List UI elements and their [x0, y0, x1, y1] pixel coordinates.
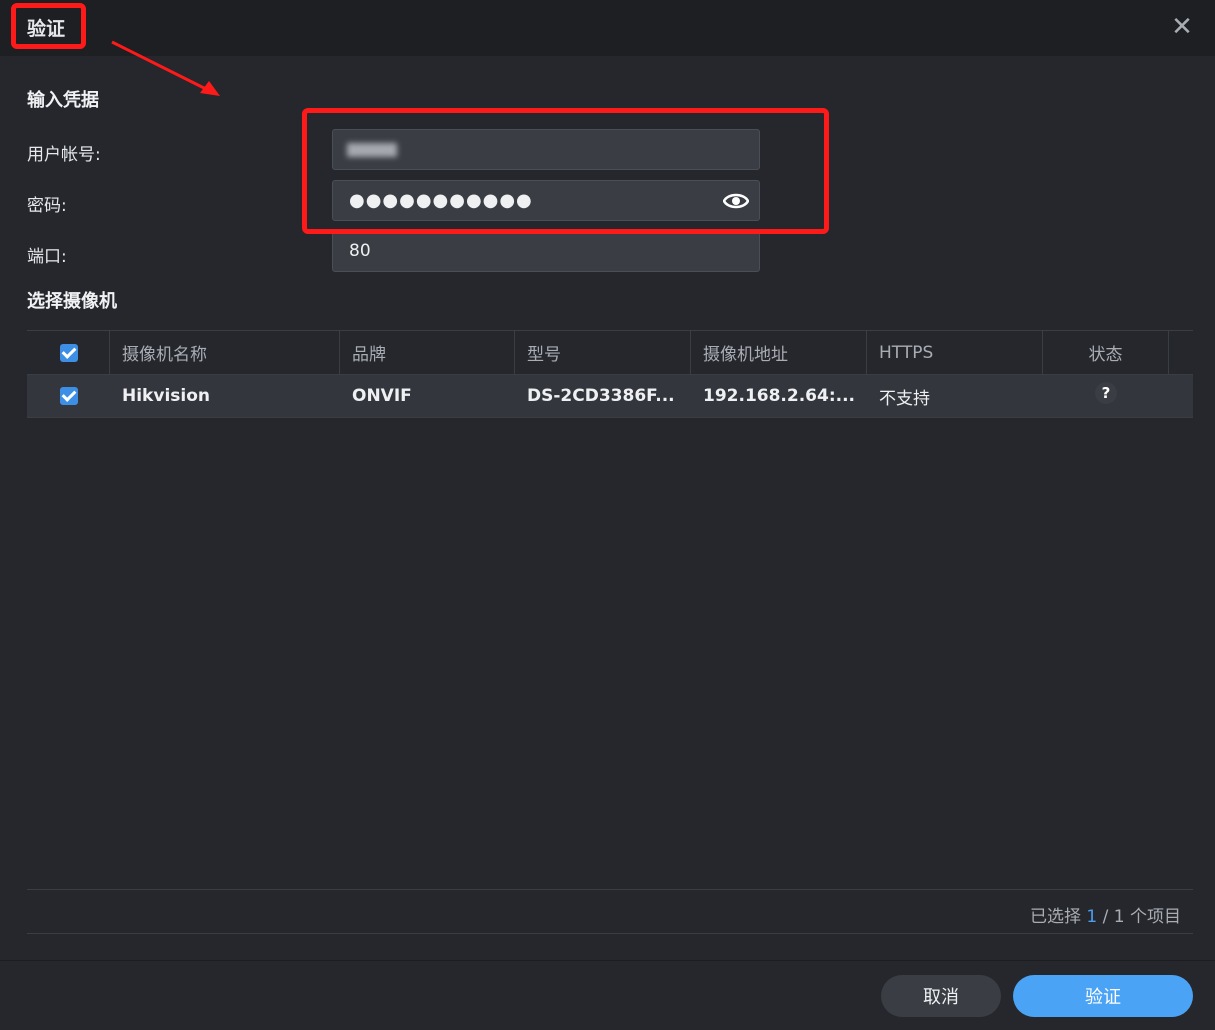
header-https[interactable]: HTTPS [867, 331, 1043, 374]
close-icon[interactable]: ✕ [1168, 12, 1196, 42]
password-label: 密码: [27, 196, 67, 216]
verify-button[interactable]: 验证 [1013, 975, 1193, 1017]
table-row[interactable]: Hikvision ONVIF DS-2CD3386F... 192.168.2… [27, 375, 1193, 418]
annotation-title-highlight [11, 3, 86, 49]
header-model[interactable]: 型号 [515, 331, 691, 374]
row-status-cell: ? [1043, 375, 1169, 417]
row-address: 192.168.2.64:... [703, 386, 856, 406]
cameras-section-title: 选择摄像机 [27, 291, 117, 312]
selection-total-count: 1 [1113, 907, 1125, 927]
header-camera-name[interactable]: 摄像机名称 [110, 331, 340, 374]
port-label: 端口: [27, 247, 67, 267]
row-brand: ONVIF [352, 386, 412, 406]
select-all-checkbox[interactable] [60, 343, 78, 362]
row-https: 不支持 [879, 388, 930, 409]
credentials-section-title: 输入凭据 [27, 90, 99, 111]
camera-table: 摄像机名称 品牌 型号 摄像机地址 HTTPS 状态 Hikvision ONV… [27, 330, 1193, 418]
selection-count: 已选择 1 / 1 个项目 [1030, 902, 1181, 927]
annotation-credentials-highlight [302, 108, 829, 234]
row-camera-name: Hikvision [122, 386, 210, 406]
username-label: 用户帐号: [27, 145, 101, 165]
selection-prefix: 已选择 [1029, 907, 1081, 927]
port-input[interactable]: 80 [332, 231, 760, 272]
header-status[interactable]: 状态 [1043, 331, 1169, 374]
status-bottom-divider [27, 933, 1193, 934]
camera-table-header: 摄像机名称 品牌 型号 摄像机地址 HTTPS 状态 [27, 330, 1193, 375]
status-unknown-icon[interactable]: ? [1095, 382, 1117, 404]
row-checkbox[interactable] [60, 387, 78, 405]
selection-selected-count: 1 [1086, 907, 1098, 927]
header-brand[interactable]: 品牌 [340, 331, 515, 374]
list-bottom-divider [27, 889, 1193, 890]
row-select-cell[interactable] [27, 375, 110, 417]
selection-separator: / [1102, 907, 1109, 927]
annotation-arrow [111, 40, 220, 96]
header-address[interactable]: 摄像机地址 [691, 331, 867, 374]
cancel-button[interactable]: 取消 [881, 975, 1001, 1017]
row-model: DS-2CD3386F... [527, 386, 675, 406]
selection-suffix: 个项目 [1130, 907, 1181, 927]
header-select-all-cell[interactable] [27, 331, 110, 374]
